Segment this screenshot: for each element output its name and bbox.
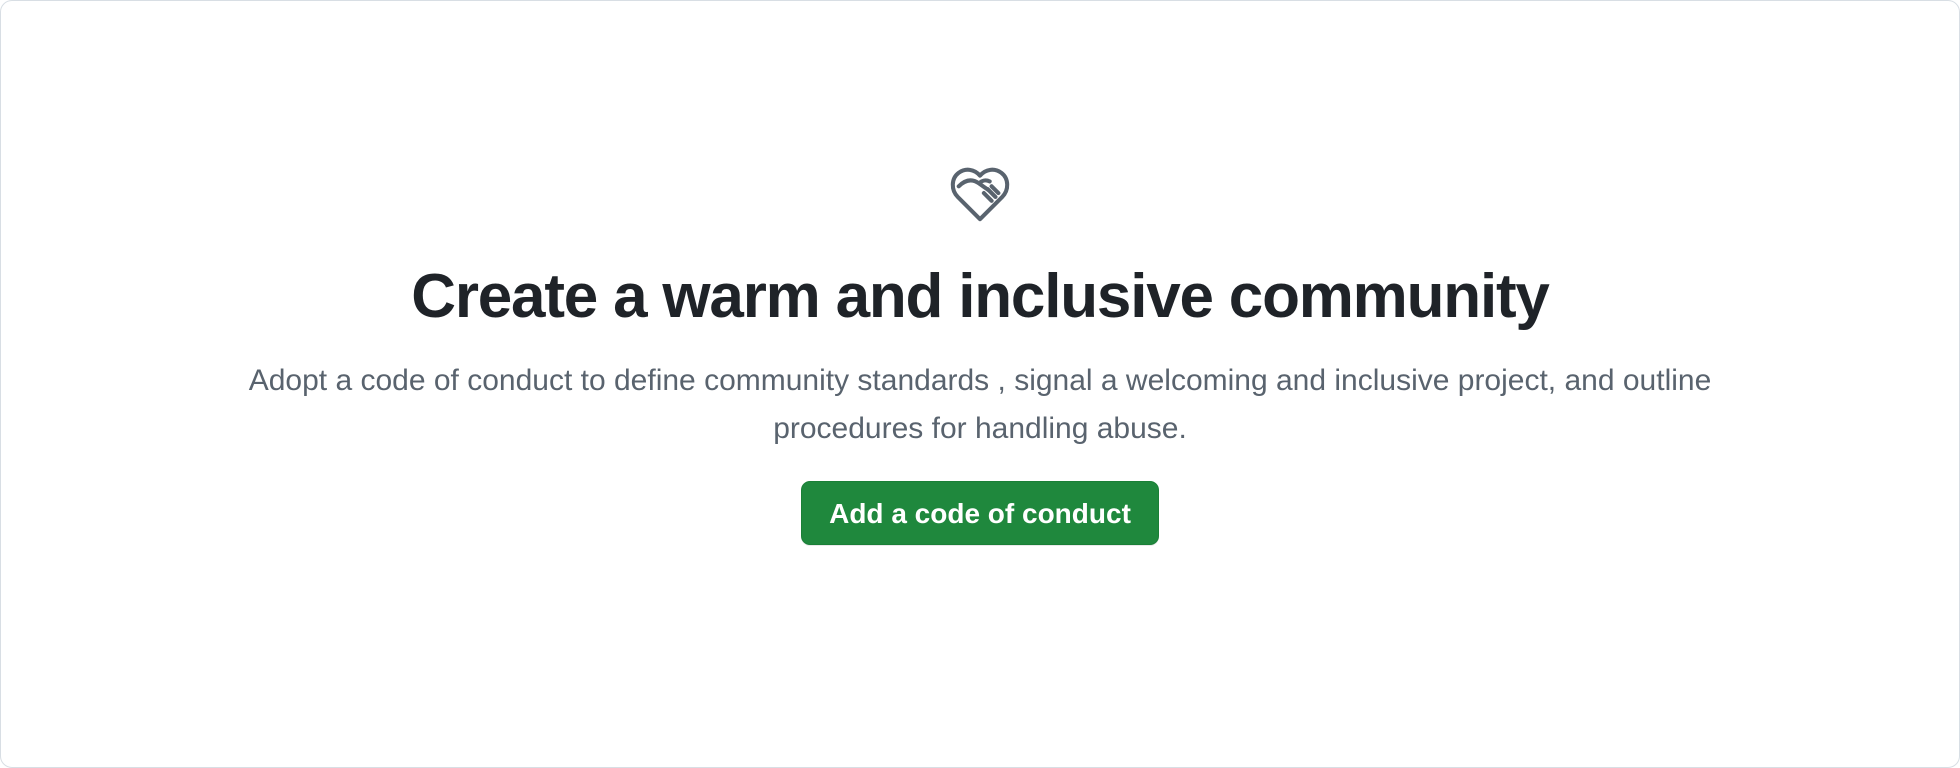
blankslate-description: Adopt a code of conduct to define commun…	[248, 364, 1712, 445]
blankslate-card: Create a warm and inclusive community Ad…	[0, 0, 1960, 768]
add-code-of-conduct-button[interactable]: Add a code of conduct	[801, 481, 1159, 545]
heart-handshake-icon	[949, 165, 1011, 223]
blankslate: Create a warm and inclusive community Ad…	[1, 1, 1959, 545]
blankslate-heading: Create a warm and inclusive community	[411, 262, 1550, 331]
